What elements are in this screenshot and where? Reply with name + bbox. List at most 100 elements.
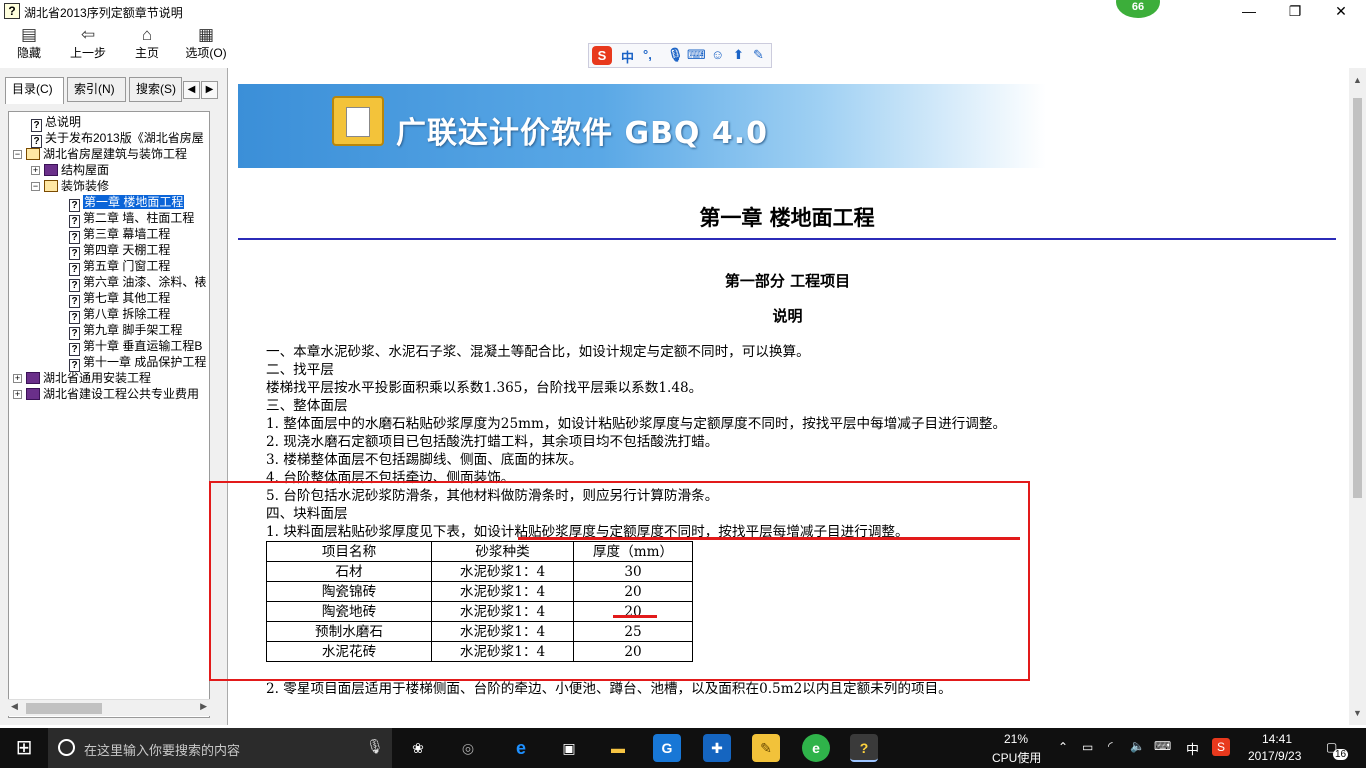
tree-item-label: 第三章 幕墙工程: [83, 227, 171, 241]
book-icon: [44, 164, 58, 176]
tree-item-label: 湖北省建设工程公共专业费用: [43, 387, 200, 401]
clock-time[interactable]: 14:41: [1262, 732, 1292, 746]
tab-scroll-left-icon[interactable]: ◀: [183, 81, 200, 99]
home-button[interactable]: ⌂ 主页: [122, 23, 172, 65]
360-browser-icon[interactable]: e: [802, 734, 830, 762]
tray-expand-icon[interactable]: ⌃: [1058, 740, 1068, 754]
tab-index[interactable]: 索引(N): [67, 77, 126, 102]
tree-item-label: 第六章 油漆、涂料、裱: [83, 275, 207, 289]
collapse-icon[interactable]: −: [13, 150, 22, 159]
options-icon: ▦: [197, 25, 215, 44]
tree-item[interactable]: + 结构屋面: [31, 162, 109, 178]
maximize-button[interactable]: ❐: [1272, 0, 1318, 23]
options-button[interactable]: ▦ 选项(O): [181, 23, 231, 65]
ime-indicator[interactable]: 中: [1186, 739, 1199, 758]
microphone-icon[interactable]: 🎙: [667, 47, 684, 63]
task-view-icon[interactable]: ❀: [404, 734, 432, 762]
part-title: 第一部分 工程项目: [724, 272, 851, 290]
tree-item[interactable]: − 装饰装修: [31, 178, 109, 194]
edge-icon[interactable]: e: [507, 734, 535, 762]
user-icon[interactable]: ☺: [711, 47, 724, 62]
tree-item[interactable]: + 湖北省通用安装工程: [13, 370, 151, 386]
tree-item-label: 装饰装修: [61, 179, 110, 193]
keyboard-icon[interactable]: ⌨: [1154, 739, 1171, 753]
wifi-icon[interactable]: ◜: [1108, 739, 1113, 753]
file-explorer-icon[interactable]: ▬: [604, 734, 632, 762]
tree-horizontal-scrollbar[interactable]: ◀ ▶: [8, 699, 210, 716]
back-button[interactable]: ⇦ 上一步: [63, 23, 113, 65]
volume-icon[interactable]: 🔈: [1130, 739, 1145, 753]
nav-tabs: 目录(C) 索引(N) 搜索(S) ◀ ▶: [5, 77, 221, 104]
glodon-app-icon[interactable]: ✚: [703, 734, 731, 762]
scroll-thumb[interactable]: [26, 703, 102, 714]
microphone-icon[interactable]: 🎙: [366, 738, 384, 755]
paragraph: 三、整体面层: [266, 398, 348, 414]
paragraph: 2. 现浇水磨石定额项目已包括酸洗打蜡工料，其余项目均不包括酸洗打蜡。: [266, 434, 719, 450]
tree-item[interactable]: ? 第四章 天棚工程: [69, 242, 171, 260]
tab-search[interactable]: 搜索(S): [129, 77, 182, 102]
sogou-logo-icon[interactable]: S: [592, 46, 612, 65]
close-button[interactable]: ✕: [1318, 0, 1364, 23]
scroll-right-icon[interactable]: ▶: [200, 701, 207, 712]
scroll-thumb[interactable]: [1353, 98, 1362, 498]
scroll-left-icon[interactable]: ◀: [11, 701, 18, 712]
tree-item[interactable]: ? 第三章 幕墙工程: [69, 226, 171, 244]
store-icon[interactable]: ▣: [555, 734, 583, 762]
content-vertical-scrollbar[interactable]: ▲ ▼: [1349, 68, 1366, 725]
tree-item[interactable]: ? 第十章 垂直运输工程B: [69, 338, 202, 356]
tree-item[interactable]: ? 第二章 墙、柱面工程: [69, 210, 194, 228]
tree-item[interactable]: ? 关于发布2013版《湖北省房屋: [31, 130, 204, 148]
expand-icon[interactable]: +: [13, 390, 22, 399]
skin-icon[interactable]: ⬆: [733, 47, 744, 63]
tree-item[interactable]: ? 总说明: [31, 114, 81, 132]
tree-item-label: 第七章 其他工程: [83, 291, 171, 305]
glodon-g-icon[interactable]: G: [653, 734, 681, 762]
scroll-up-icon[interactable]: ▲: [1349, 72, 1366, 88]
windows-start-icon[interactable]: ⊞: [0, 728, 48, 768]
back-label: 上一步: [69, 46, 106, 60]
cpu-label: CPU使用: [992, 751, 1042, 765]
expand-icon[interactable]: +: [13, 374, 22, 383]
tree-item-label: 第八章 拆除工程: [83, 307, 171, 321]
minimize-button[interactable]: —: [1226, 0, 1272, 23]
section-title: 说明: [772, 307, 803, 325]
tree-item-label: 第四章 天棚工程: [83, 243, 171, 257]
collapse-icon[interactable]: −: [31, 182, 40, 191]
browser-swirl-icon[interactable]: ◎: [454, 734, 482, 762]
tree-item[interactable]: ? 第七章 其他工程: [69, 290, 171, 308]
hide-button[interactable]: ▤ 隐藏: [4, 23, 54, 65]
tree-item[interactable]: − 湖北省房屋建筑与装饰工程: [13, 146, 187, 162]
help-viewer-active-icon[interactable]: ?: [850, 734, 878, 762]
tree-item[interactable]: ? 第一章 楼地面工程: [69, 194, 185, 212]
tree-item[interactable]: ? 第十一章 成品保护工程: [69, 354, 206, 372]
keyboard-icon[interactable]: ⌨: [687, 47, 706, 63]
clock-date[interactable]: 2017/9/23: [1248, 749, 1301, 763]
hide-label: 隐藏: [16, 46, 41, 60]
tab-contents[interactable]: 目录(C): [5, 77, 64, 104]
paragraph: 一、本章水泥砂浆、水泥石子浆、混凝土等配合比，如设计规定与定额不同时，可以换算。: [266, 344, 810, 360]
tab-scroll-right-icon[interactable]: ▶: [201, 81, 218, 99]
contents-tree[interactable]: ? 总说明? 关于发布2013版《湖北省房屋 − 湖北省房屋建筑与装饰工程 + 结构屋面 − 装…: [8, 111, 210, 718]
expand-icon[interactable]: +: [31, 166, 40, 175]
tree-item[interactable]: ? 第八章 拆除工程: [69, 306, 171, 324]
annotation-box: [209, 481, 1030, 681]
tree-item[interactable]: ? 第五章 门窗工程: [69, 258, 170, 276]
sogou-tray-icon[interactable]: S: [1212, 738, 1230, 756]
gbq-icon[interactable]: ✎: [752, 734, 780, 762]
tree-item[interactable]: + 湖北省建设工程公共专业费用: [13, 386, 199, 402]
taskbar-search-box[interactable]: 在这里输入你要搜索的内容 🎙: [48, 728, 392, 768]
ime-toolbar[interactable]: S 中 °, 🎙 ⌨ ☺ ⬆ ✎: [588, 43, 772, 68]
search-placeholder: 在这里输入你要搜索的内容: [84, 743, 241, 758]
paragraph: 2. 零星项目面层适用于楼梯侧面、台阶的牵边、小便池、蹲台、池槽，以及面积在0.…: [266, 681, 952, 697]
tree-item[interactable]: ? 第九章 脚手架工程: [69, 322, 182, 340]
cortana-icon[interactable]: [58, 739, 75, 756]
battery-icon[interactable]: ▭: [1082, 740, 1093, 754]
punctuation-icon[interactable]: °,: [643, 47, 652, 62]
taskbar: ⊞ 在这里输入你要搜索的内容 🎙 ❀ ◎ e ▣ ▬ G ✚ ✎ e ? 21%…: [0, 728, 1366, 768]
ime-mode[interactable]: 中: [621, 47, 634, 66]
tree-item-label: 关于发布2013版《湖北省房屋: [45, 131, 204, 145]
wrench-icon[interactable]: ✎: [753, 47, 764, 63]
scroll-down-icon[interactable]: ▼: [1349, 705, 1366, 721]
tree-item[interactable]: ? 第六章 油漆、涂料、裱: [69, 274, 207, 292]
floating-badge[interactable]: 66: [1116, 0, 1160, 18]
